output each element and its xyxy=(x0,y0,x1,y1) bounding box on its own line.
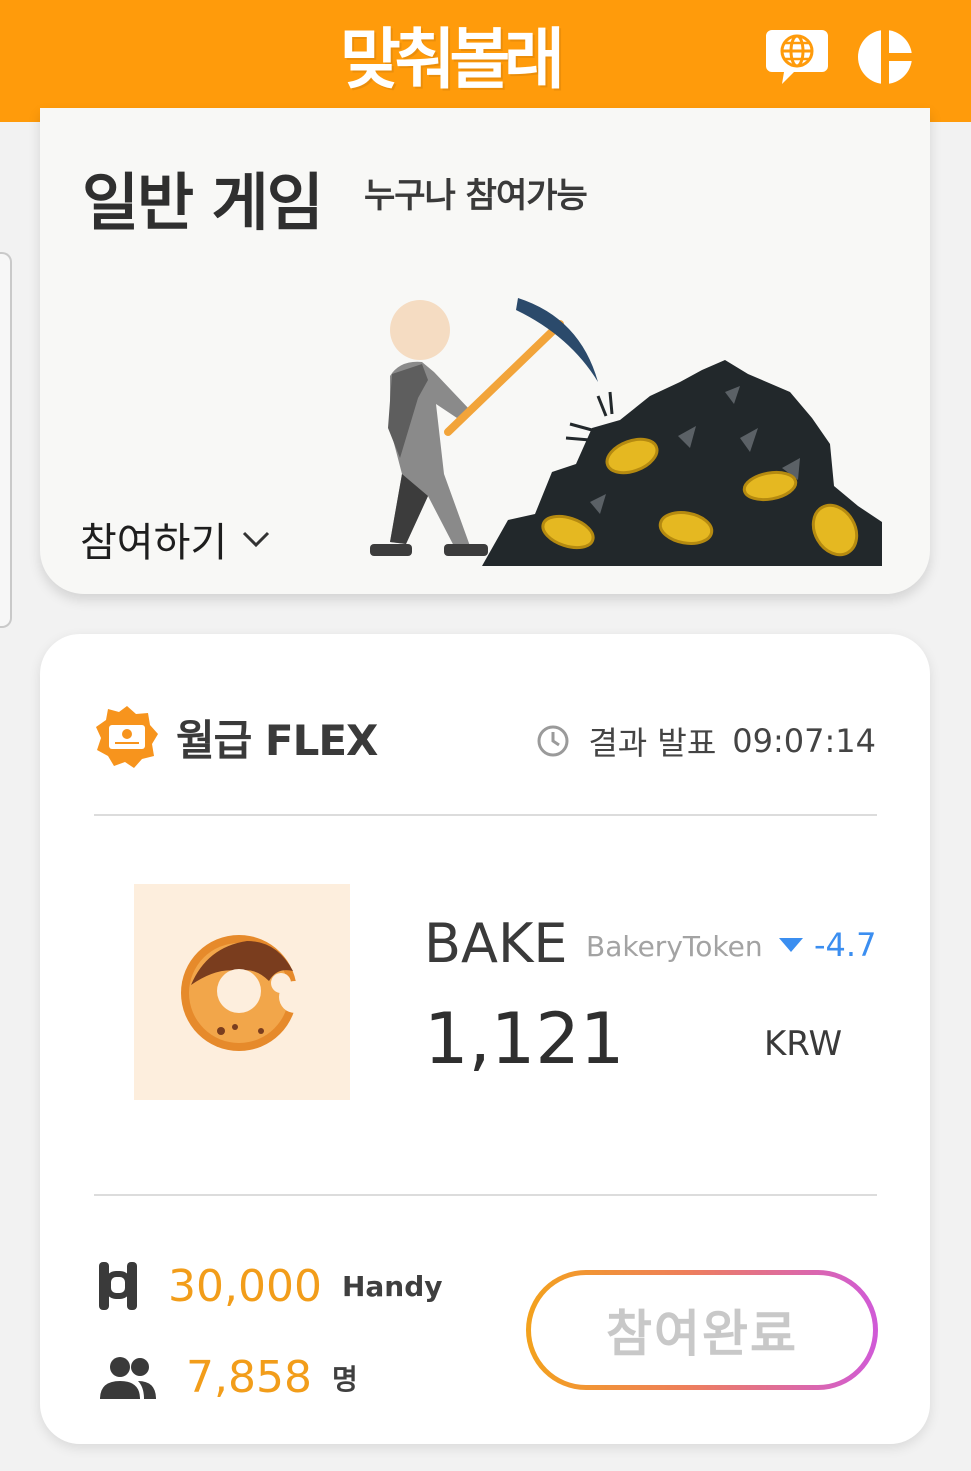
logo-text: 맞춰볼래 xyxy=(340,21,565,98)
mining-illustration xyxy=(370,298,882,566)
side-drawer-handle[interactable] xyxy=(0,252,12,628)
game-subtitle: 누구나 참여가능 xyxy=(364,176,588,216)
salary-flex-card: 월급 FLEX 결과 발표 09:07:14 BAKE BakeryToken … xyxy=(40,634,930,1444)
reward-stat: 30,000 Handy xyxy=(98,1258,443,1314)
globe-chat-icon[interactable] xyxy=(764,24,830,90)
participant-unit: 명 xyxy=(331,1362,358,1396)
join-dropdown[interactable]: 참여하기 xyxy=(80,510,271,568)
coin-symbol: BAKE xyxy=(424,912,568,975)
participation-complete-button[interactable]: 참여완료 xyxy=(526,1270,878,1390)
price-change: -4.72 xyxy=(778,926,878,964)
coin-price: 1,121 xyxy=(424,998,625,1080)
result-label: 결과 발표 xyxy=(588,724,717,762)
clock-icon xyxy=(537,725,569,757)
down-triangle-icon xyxy=(779,938,803,952)
reward-amount: 30,000 xyxy=(168,1260,322,1312)
users-icon xyxy=(100,1356,156,1399)
flex-header: 월급 FLEX xyxy=(94,704,378,770)
join-label: 참여하기 xyxy=(80,520,228,566)
participation-complete-label: 참여완료 xyxy=(531,1275,873,1385)
handy-token-icon xyxy=(99,1262,137,1310)
price-currency: KRW xyxy=(764,1024,843,1064)
participants-stat: 7,858 명 xyxy=(98,1352,358,1403)
participant-count: 7,858 xyxy=(186,1352,312,1403)
pie-chart-icon[interactable] xyxy=(852,24,918,90)
coin-name: BakeryToken xyxy=(586,930,763,963)
game-title: 일반 게임 xyxy=(82,166,324,239)
divider xyxy=(94,814,877,816)
result-time: 09:07:14 xyxy=(732,722,876,760)
change-value: -4.72 xyxy=(814,926,878,964)
app-logo[interactable]: 맞춰볼래 xyxy=(340,16,565,98)
chevron-down-icon xyxy=(243,531,270,548)
money-badge-icon xyxy=(96,706,158,768)
top-header: 맞춰볼래 xyxy=(0,0,971,122)
coin-image xyxy=(134,884,350,1100)
donut-icon xyxy=(181,935,307,1051)
general-game-card[interactable]: 일반 게임 누구나 참여가능 참여하기 xyxy=(40,108,930,594)
reward-unit: Handy xyxy=(341,1269,443,1303)
result-announcement: 결과 발표 09:07:14 xyxy=(536,718,876,764)
divider xyxy=(94,1194,877,1196)
flex-title: 월급 FLEX xyxy=(176,715,378,765)
